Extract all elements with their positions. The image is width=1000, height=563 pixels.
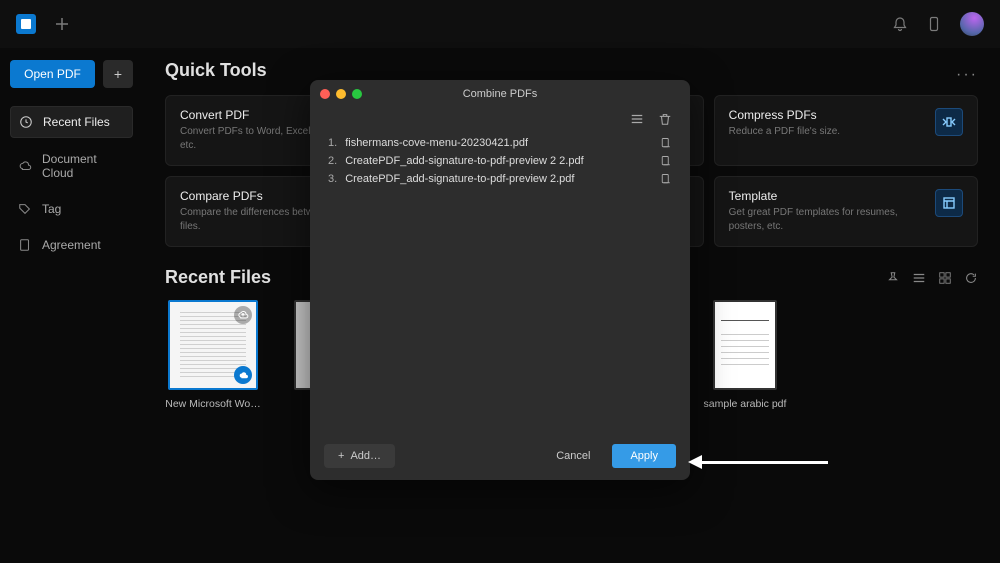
- tool-card-template[interactable]: Template Get great PDF templates for res…: [714, 176, 978, 247]
- delete-icon[interactable]: [658, 112, 672, 126]
- window-controls[interactable]: [320, 89, 362, 99]
- template-icon: [935, 189, 963, 217]
- sidebar-item-label: Tag: [42, 202, 61, 216]
- sidebar-item-tag[interactable]: Tag: [10, 194, 133, 224]
- tag-icon: [18, 202, 32, 216]
- add-files-button[interactable]: + Add…: [324, 444, 395, 468]
- app-titlebar: [0, 0, 1000, 48]
- refresh-icon[interactable]: [964, 271, 978, 285]
- dialog-title: Combine PDFs: [463, 88, 538, 100]
- close-window-icon[interactable]: [320, 89, 330, 99]
- file-name-label: New Microsoft Wo…: [165, 398, 261, 410]
- recent-files-title: Recent Files: [165, 267, 271, 288]
- recent-file-card[interactable]: sample arabic pdf: [697, 300, 793, 410]
- sidebar-item-agreement[interactable]: Agreement: [10, 230, 133, 260]
- list-view-icon[interactable]: [912, 271, 926, 285]
- new-tab-button[interactable]: [54, 16, 70, 32]
- add-button-label: Add…: [350, 450, 381, 462]
- cloud-icon: [18, 159, 32, 173]
- compress-icon: [935, 108, 963, 136]
- minimize-window-icon[interactable]: [336, 89, 346, 99]
- combine-file-row[interactable]: 1. fishermans-cove-menu-20230421.pdf: [328, 134, 672, 152]
- file-row-number: 1.: [328, 137, 337, 149]
- user-avatar[interactable]: [960, 12, 984, 36]
- page-range-icon[interactable]: [660, 137, 672, 149]
- file-row-number: 3.: [328, 173, 337, 185]
- file-thumbnail: [168, 300, 258, 390]
- more-button[interactable]: ···: [956, 66, 978, 84]
- tool-card-desc: Get great PDF templates for resumes, pos…: [729, 206, 899, 234]
- sidebar-item-label: Agreement: [42, 238, 101, 252]
- file-row-name: CreatePDF_add-signature-to-pdf-preview 2…: [345, 173, 574, 185]
- cloud-upload-icon: [234, 306, 252, 324]
- tool-card-title: Compress PDFs: [729, 108, 840, 122]
- file-thumbnail: [713, 300, 777, 390]
- page-range-icon[interactable]: [660, 155, 672, 167]
- tool-card-title: Template: [729, 189, 899, 203]
- quick-tools-title: Quick Tools: [165, 60, 978, 81]
- document-icon: [18, 238, 32, 252]
- combine-file-row[interactable]: 3. CreatePDF_add-signature-to-pdf-previe…: [328, 170, 672, 188]
- open-pdf-button[interactable]: Open PDF: [10, 60, 95, 88]
- sidebar-item-label: Document Cloud: [42, 152, 125, 180]
- sidebar: Open PDF + Recent Files Document Cloud T…: [0, 48, 143, 563]
- device-icon[interactable]: [926, 16, 942, 32]
- sidebar-item-recent-files[interactable]: Recent Files: [10, 106, 133, 138]
- cancel-button[interactable]: Cancel: [544, 444, 602, 468]
- recent-file-card[interactable]: New Microsoft Wo…: [165, 300, 261, 410]
- file-name-label: sample arabic pdf: [697, 398, 793, 410]
- tool-card-desc: Reduce a PDF file's size.: [729, 125, 840, 139]
- grid-view-icon[interactable]: [938, 271, 952, 285]
- dialog-titlebar: Combine PDFs: [310, 80, 690, 108]
- sidebar-item-document-cloud[interactable]: Document Cloud: [10, 144, 133, 188]
- tool-card-compress-pdfs[interactable]: Compress PDFs Reduce a PDF file's size.: [714, 95, 978, 166]
- open-pdf-plus-button[interactable]: +: [103, 60, 133, 88]
- list-toggle-icon[interactable]: [630, 112, 644, 126]
- file-row-name: CreatePDF_add-signature-to-pdf-preview 2…: [345, 155, 583, 167]
- maximize-window-icon[interactable]: [352, 89, 362, 99]
- combine-file-row[interactable]: 2. CreatePDF_add-signature-to-pdf-previe…: [328, 152, 672, 170]
- pin-icon[interactable]: [886, 271, 900, 285]
- app-logo-icon: [16, 14, 36, 34]
- sidebar-item-label: Recent Files: [43, 115, 110, 129]
- file-row-number: 2.: [328, 155, 337, 167]
- clock-icon: [19, 115, 33, 129]
- plus-icon: +: [338, 450, 344, 462]
- combine-pdfs-dialog: Combine PDFs 1. fishermans-cove-menu-202…: [310, 80, 690, 480]
- notifications-icon[interactable]: [892, 16, 908, 32]
- apply-button[interactable]: Apply: [612, 444, 676, 468]
- cloud-synced-icon: [234, 366, 252, 384]
- page-range-icon[interactable]: [660, 173, 672, 185]
- file-row-name: fishermans-cove-menu-20230421.pdf: [345, 137, 528, 149]
